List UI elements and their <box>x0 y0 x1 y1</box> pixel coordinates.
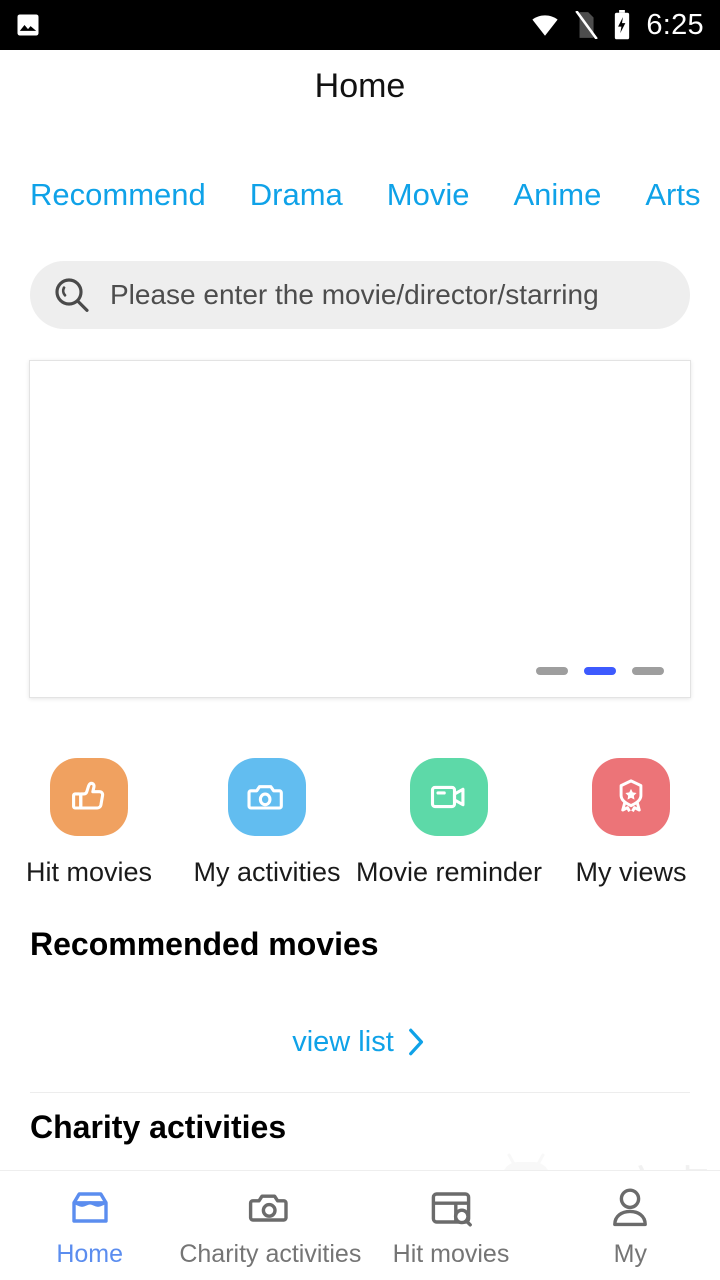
section-title-charity-activities: Charity activities <box>30 1109 287 1145</box>
page-title: Home <box>314 67 406 105</box>
search-icon <box>55 278 89 312</box>
nav-item-my[interactable]: My <box>541 1181 720 1269</box>
quick-action-my-activities[interactable]: My activities <box>178 758 356 888</box>
category-tab-bar[interactable]: Recommend Drama Movie Anime Arts <box>0 168 720 222</box>
quick-action-hit-movies[interactable]: Hit movies <box>0 758 178 888</box>
quick-action-badge <box>49 758 128 836</box>
store-icon <box>71 1192 108 1223</box>
quick-action-label: My views <box>575 857 687 887</box>
image-icon <box>17 14 39 36</box>
quick-action-my-views[interactable]: My views <box>542 758 720 888</box>
nav-icon-wrap <box>66 1181 114 1235</box>
quick-action-badge <box>592 758 671 836</box>
view-list-link[interactable]: view list <box>0 1025 720 1060</box>
status-bar-left <box>14 11 42 39</box>
status-bar-clock: 6:25 <box>646 8 704 41</box>
nav-icon-wrap <box>427 1181 475 1235</box>
banner-carousel[interactable] <box>29 360 691 698</box>
banner-dot-1[interactable] <box>536 667 568 675</box>
nav-icon-wrap <box>246 1181 294 1235</box>
banner-pagination[interactable] <box>536 667 664 675</box>
quick-actions-row: Hit movies My activities Movie reminder <box>0 758 720 888</box>
nav-label: Home <box>56 1240 123 1268</box>
camera-icon <box>247 785 283 810</box>
badge-star-icon <box>619 779 643 813</box>
nav-icon-wrap <box>606 1181 654 1235</box>
tab-recommend[interactable]: Recommend <box>30 176 206 215</box>
quick-action-label: Hit movies <box>25 857 152 887</box>
nav-label: Hit movies <box>392 1240 510 1268</box>
camera-icon <box>249 1194 289 1222</box>
banner-dot-2[interactable] <box>584 667 616 675</box>
nav-item-charity-activities[interactable]: Charity activities <box>179 1181 361 1269</box>
status-bar: 6:25 <box>0 0 720 50</box>
quick-action-label: Movie reminder <box>355 857 543 887</box>
status-bar-right: 6:25 <box>530 10 704 40</box>
quick-action-label: My activities <box>193 857 341 887</box>
chevron-right-icon <box>408 1029 423 1056</box>
quick-action-badge <box>227 758 306 836</box>
bottom-navigation-bar: Home Charity activities Hit movies My <box>0 1170 720 1280</box>
nav-item-hit-movies[interactable]: Hit movies <box>361 1181 540 1269</box>
tab-arts[interactable]: Arts <box>645 176 700 215</box>
search-bar[interactable] <box>30 261 690 329</box>
section-divider <box>30 1092 690 1093</box>
video-camera-icon <box>430 785 465 809</box>
view-list-label: view list <box>292 1026 394 1058</box>
nav-label: Charity activities <box>179 1240 362 1268</box>
quick-action-movie-reminder[interactable]: Movie reminder <box>356 758 542 888</box>
banner-dot-3[interactable] <box>632 667 664 675</box>
tab-anime[interactable]: Anime <box>513 176 601 215</box>
search-input[interactable] <box>110 279 668 311</box>
battery-charging-icon <box>615 10 630 40</box>
wifi-icon <box>532 15 558 36</box>
person-icon <box>613 1188 648 1227</box>
quick-action-badge <box>410 758 488 836</box>
window-search-icon <box>431 1192 472 1227</box>
section-title-recommended-movies: Recommended movies <box>30 926 379 962</box>
app-screen: 6:25 Home Recommend Drama Movie Anime Ar… <box>0 0 720 1280</box>
no-sim-icon <box>575 11 599 39</box>
tab-drama[interactable]: Drama <box>250 176 343 215</box>
tab-movie[interactable]: Movie <box>387 176 470 215</box>
nav-label: My <box>613 1240 647 1268</box>
nav-item-home[interactable]: Home <box>0 1181 179 1269</box>
thumbs-up-icon <box>72 781 105 810</box>
